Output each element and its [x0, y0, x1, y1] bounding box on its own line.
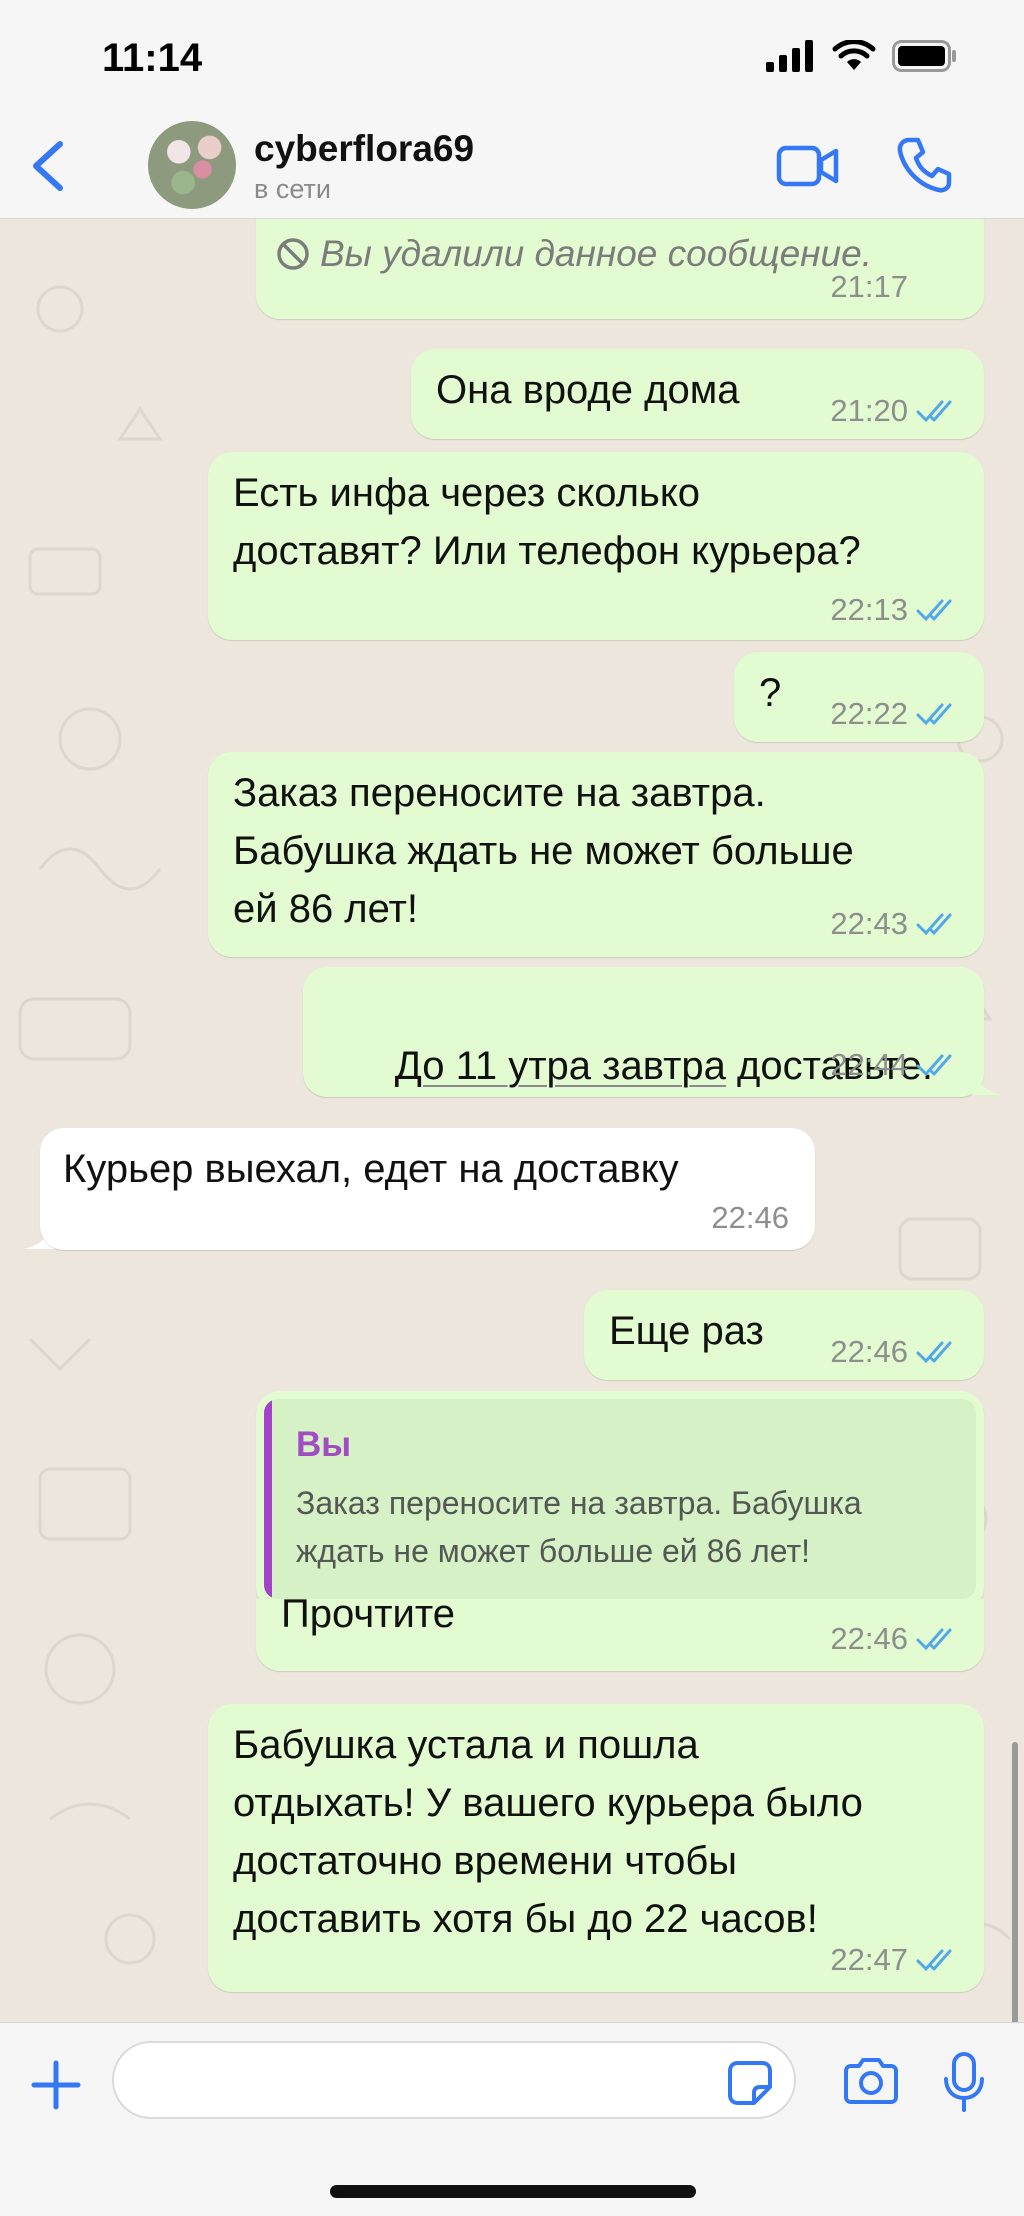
deleted-message: Вы удалили данное сообщение.	[276, 233, 872, 275]
incoming-message-bubble[interactable]: Курьер выехал, едет на доставку 22:46	[40, 1128, 815, 1250]
message-meta: 22:46	[711, 1200, 789, 1236]
message-text: Она вроде дома	[436, 368, 740, 412]
video-call-button[interactable]	[776, 140, 840, 192]
message-text: Курьер выехал, едет на доставку	[63, 1147, 679, 1191]
microphone-icon	[944, 2052, 984, 2112]
read-ticks-icon	[916, 913, 952, 936]
quote-bar	[264, 1399, 272, 1599]
message-meta: 22:22	[830, 696, 960, 732]
message-time: 22:47	[830, 1942, 908, 1977]
message-bubble[interactable]: Еще раз 22:46	[584, 1290, 984, 1380]
chat-scrollbar[interactable]	[1012, 1742, 1018, 2022]
message-time: 22:46	[830, 1621, 908, 1656]
message-bubble[interactable]: ? 22:22	[734, 652, 984, 742]
read-ticks-icon	[916, 599, 952, 622]
message-bubble[interactable]: Заказ переносите на завтра. Бабушка ждат…	[208, 752, 984, 957]
sticker-button[interactable]	[726, 2059, 774, 2107]
camera-icon	[844, 2058, 898, 2104]
message-bubble-deleted[interactable]: Вы удалили данное сообщение. 21:17	[256, 219, 984, 319]
contact-status: в сети	[254, 174, 331, 204]
plus-icon	[31, 2060, 81, 2110]
camera-button[interactable]	[842, 2057, 900, 2105]
reply-message-bubble[interactable]: Вы Заказ переносите на завтра. Бабушка ж…	[256, 1391, 984, 1611]
message-time: 21:17	[830, 269, 908, 305]
message-bubble[interactable]: Есть инфа через сколько доставят? Или те…	[208, 452, 984, 640]
voice-call-button[interactable]	[896, 136, 952, 194]
reply-message-body[interactable]: Прочтите 22:46	[256, 1592, 984, 1671]
chat-header: cyberflora69 в сети	[0, 118, 1024, 219]
back-button[interactable]	[26, 134, 76, 198]
message-bubble[interactable]: Она вроде дома 21:20	[411, 349, 984, 439]
message-time-text: 21:17	[830, 269, 908, 304]
message-text: ?	[759, 671, 782, 715]
message-time: 22:44	[830, 1047, 908, 1082]
message-time: 21:20	[830, 393, 908, 428]
status-icons	[766, 40, 958, 72]
message-meta: 21:20	[830, 393, 960, 429]
quoted-message[interactable]: Вы Заказ переносите на завтра. Бабушка ж…	[264, 1399, 976, 1599]
deleted-message-text: Вы удалили данное сообщение.	[320, 233, 872, 274]
message-input-bar	[0, 2022, 1024, 2216]
chevron-left-icon	[33, 141, 63, 191]
bubble-tail	[972, 1065, 1002, 1095]
contact-avatar[interactable]	[148, 121, 236, 209]
message-meta: 22:46	[830, 1334, 960, 1370]
home-indicator[interactable]	[330, 2185, 696, 2198]
sticker-icon	[728, 2061, 772, 2105]
wifi-icon	[832, 40, 876, 70]
read-ticks-icon	[916, 1341, 952, 1364]
prohibited-icon	[277, 238, 309, 270]
message-time: 22:43	[830, 906, 908, 941]
date-link[interactable]: До 11 утра завтра	[395, 1044, 726, 1088]
read-ticks-icon	[916, 703, 952, 726]
status-time: 11:14	[102, 36, 203, 80]
microphone-button[interactable]	[942, 2051, 986, 2113]
battery-icon	[892, 40, 956, 72]
message-time: 22:46	[711, 1200, 789, 1235]
message-meta: 22:44	[830, 1047, 960, 1083]
message-text: Прочтите	[281, 1592, 455, 1636]
contact-name[interactable]: cyberflora69	[254, 128, 474, 170]
message-text: Есть инфа через сколько доставят? Или те…	[233, 471, 861, 573]
signal-icon	[766, 40, 813, 72]
message-time: 22:46	[830, 1334, 908, 1369]
read-ticks-icon	[916, 400, 952, 423]
message-meta: 22:43	[830, 906, 960, 942]
quote-author: Вы	[296, 1425, 352, 1464]
attach-button[interactable]	[30, 2059, 82, 2111]
chat-area[interactable]: Вы удалили данное сообщение. 21:17 Она в…	[0, 219, 1024, 2022]
read-ticks-icon	[916, 1054, 952, 1077]
video-camera-icon	[776, 145, 839, 187]
message-time: 22:22	[830, 696, 908, 731]
read-ticks-icon	[916, 1628, 952, 1651]
message-time: 22:13	[830, 592, 908, 627]
message-bubble[interactable]: До 11 утра завтра доставьте. 22:44	[303, 967, 984, 1097]
message-bubble[interactable]: Бабушка устала и пошла отдыхать! У вашег…	[208, 1704, 984, 1992]
quote-text: Заказ переносите на завтра. Бабушка ждат…	[296, 1485, 862, 1569]
read-ticks-icon	[916, 1949, 952, 1972]
status-bar: 11:14	[0, 0, 1024, 118]
message-text: Заказ переносите на завтра. Бабушка ждат…	[233, 771, 854, 931]
message-text: Бабушка устала и пошла отдыхать! У вашег…	[233, 1723, 863, 1941]
message-meta: 22:47	[830, 1942, 960, 1978]
message-meta: 22:13	[830, 592, 960, 628]
phone-icon	[897, 137, 952, 193]
message-meta: 22:46	[830, 1621, 960, 1657]
message-input[interactable]	[112, 2041, 796, 2119]
message-text: Еще раз	[609, 1309, 764, 1353]
